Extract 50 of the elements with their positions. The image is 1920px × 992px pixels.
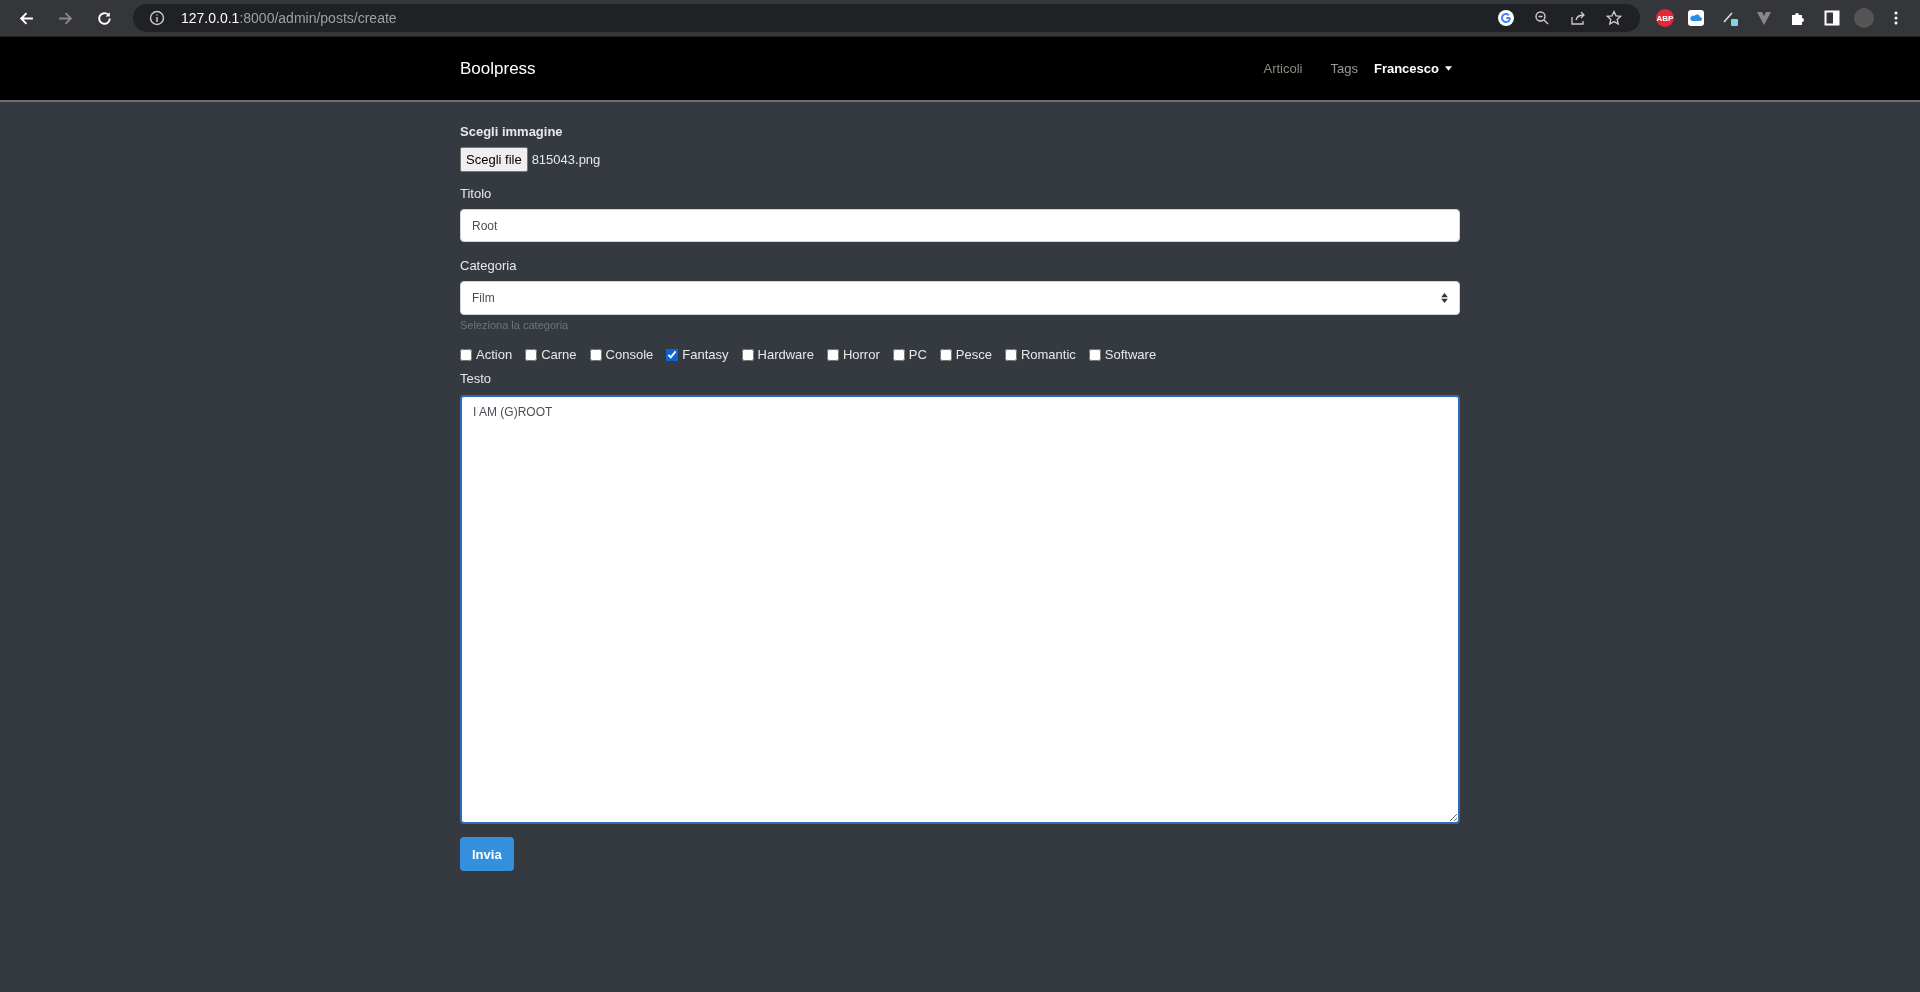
nav-link[interactable]: Tags bbox=[1330, 61, 1358, 76]
tag-checkbox[interactable] bbox=[1004, 348, 1017, 361]
choose-file-button[interactable]: Scegli file bbox=[460, 147, 528, 172]
star-icon[interactable] bbox=[1606, 10, 1622, 26]
file-name: 815043.png bbox=[531, 152, 601, 167]
address-bar[interactable]: 127.0.0.1:8000/admin/posts/create bbox=[133, 4, 1640, 32]
tag-checkbox[interactable] bbox=[939, 348, 952, 361]
brand-link[interactable]: Boolpress bbox=[460, 58, 536, 79]
ad-block-icon[interactable]: ABP bbox=[1656, 9, 1674, 27]
tag-checkbox[interactable] bbox=[525, 348, 538, 361]
tag-checkbox[interactable] bbox=[460, 348, 472, 361]
tag-checkbox[interactable] bbox=[1088, 348, 1101, 361]
tag-checkbox[interactable] bbox=[666, 348, 679, 361]
text-area-field[interactable]: I AM (G)ROOT bbox=[460, 395, 1460, 824]
checkbox-label: Hardware bbox=[757, 347, 814, 362]
puzzle-icon[interactable] bbox=[1790, 10, 1806, 26]
pipette-icon[interactable] bbox=[1722, 10, 1738, 26]
zoom-out-icon[interactable] bbox=[1534, 10, 1550, 26]
checkbox-label: Romantic bbox=[1020, 347, 1076, 362]
nav-link[interactable]: Articoli bbox=[1263, 61, 1303, 76]
help-text: Seleziona la categoria bbox=[460, 319, 570, 331]
url-text: 127.0.0.1:8000/admin/posts/create bbox=[181, 10, 397, 26]
field-label: Categoria bbox=[460, 258, 518, 273]
share-icon[interactable] bbox=[1570, 10, 1586, 26]
checkbox-label: PC bbox=[908, 347, 927, 362]
side-panel-icon[interactable] bbox=[1824, 10, 1840, 26]
caret-icon bbox=[1445, 66, 1452, 71]
user-dropdown[interactable]: Francesco bbox=[1373, 61, 1452, 76]
v-logo-icon[interactable] bbox=[1756, 10, 1772, 26]
field-label: Titolo bbox=[460, 186, 493, 201]
tag-checkbox[interactable] bbox=[892, 348, 905, 361]
tag-checkbox[interactable] bbox=[741, 348, 754, 361]
checkbox-label: Action bbox=[476, 347, 513, 362]
checkbox-label: Console bbox=[605, 347, 654, 362]
title-input-field[interactable]: Root bbox=[460, 209, 1460, 242]
checkbox-label: Software bbox=[1104, 347, 1157, 362]
category-select-field[interactable]: Film bbox=[460, 281, 1460, 315]
checkbox-label: Carne bbox=[541, 347, 577, 362]
cloud-icon[interactable] bbox=[1688, 10, 1704, 26]
google-icon[interactable] bbox=[1498, 10, 1514, 26]
checkbox-label: Horror bbox=[842, 347, 880, 362]
sort-arrows-icon bbox=[1441, 293, 1448, 303]
field-label: Testo bbox=[460, 371, 493, 386]
tag-checkbox[interactable] bbox=[826, 348, 839, 361]
reload-icon[interactable] bbox=[96, 9, 113, 27]
info-icon[interactable] bbox=[149, 10, 165, 26]
checkbox-label: Fantasy bbox=[682, 347, 729, 362]
tag-checkbox[interactable] bbox=[589, 348, 602, 361]
field-label: Scegli immagine bbox=[460, 124, 564, 139]
checkbox-label: Pesce bbox=[955, 347, 992, 362]
